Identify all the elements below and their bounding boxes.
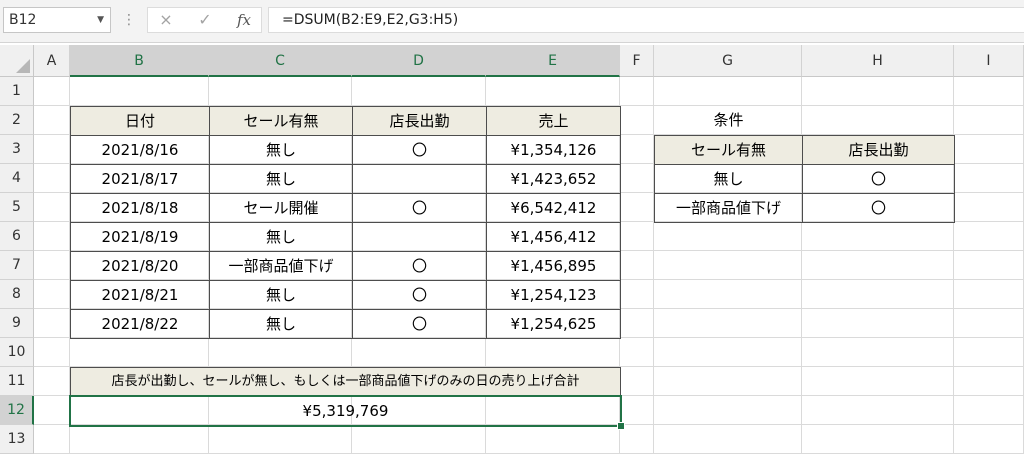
enter-icon[interactable]: ✓: [193, 8, 217, 32]
column-header-e[interactable]: E: [486, 45, 620, 77]
table-cell[interactable]: 2021/8/19: [70, 222, 210, 252]
table-cell[interactable]: 〇: [352, 135, 487, 165]
table-header-cell[interactable]: セール有無: [209, 106, 353, 136]
table-cell[interactable]: 無し: [209, 309, 353, 339]
table-cell[interactable]: 〇: [352, 193, 487, 223]
table-cell[interactable]: 無し: [209, 135, 353, 165]
table-cell[interactable]: 〇: [352, 280, 487, 310]
row-header-12[interactable]: 12: [0, 396, 34, 425]
table-cell[interactable]: セール開催: [209, 193, 353, 223]
table-cell[interactable]: [352, 222, 487, 252]
row-header-9[interactable]: 9: [0, 309, 34, 338]
column-header-g[interactable]: G: [654, 45, 802, 77]
table-cell[interactable]: 〇: [352, 251, 487, 281]
table-cell[interactable]: [352, 164, 487, 194]
column-header-i[interactable]: I: [954, 45, 1024, 77]
column-header-c[interactable]: C: [209, 45, 352, 77]
chevron-down-icon[interactable]: ▼: [97, 8, 104, 32]
row-header-4[interactable]: 4: [0, 164, 34, 193]
table-header-cell[interactable]: 日付: [70, 106, 210, 136]
criteria-title[interactable]: 条件: [654, 106, 803, 136]
row-header-3[interactable]: 3: [0, 135, 34, 164]
column-header-a[interactable]: A: [34, 45, 70, 77]
select-all-triangle-icon: [16, 59, 30, 73]
criteria-cell[interactable]: 無し: [654, 164, 803, 194]
table-cell[interactable]: 2021/8/17: [70, 164, 210, 194]
selection-outline: [69, 395, 622, 427]
column-header-h[interactable]: H: [802, 45, 954, 77]
row-header-7[interactable]: 7: [0, 251, 34, 280]
table-cell[interactable]: 2021/8/20: [70, 251, 210, 281]
formula-bar: B12 ▼ ⋮ × ✓ fx =DSUM(B2:E9,E2,G3:H5): [0, 0, 1024, 43]
formula-input[interactable]: =DSUM(B2:E9,E2,G3:H5): [268, 7, 1024, 33]
insert-function-icon[interactable]: fx: [232, 8, 256, 32]
table-cell[interactable]: 無し: [209, 280, 353, 310]
name-box[interactable]: B12 ▼: [3, 7, 111, 33]
criteria-cell[interactable]: 一部商品値下げ: [654, 193, 803, 223]
table-cell[interactable]: 一部商品値下げ: [209, 251, 353, 281]
row-header-6[interactable]: 6: [0, 222, 34, 251]
fill-handle[interactable]: [617, 422, 625, 430]
row-header-5[interactable]: 5: [0, 193, 34, 222]
name-box-value: B12: [9, 12, 37, 28]
cancel-icon[interactable]: ×: [154, 8, 178, 32]
criteria-header-cell[interactable]: セール有無: [654, 135, 803, 165]
criteria-cell[interactable]: 〇: [802, 193, 955, 223]
table-cell[interactable]: 2021/8/21: [70, 280, 210, 310]
table-cell[interactable]: ¥1,254,625: [486, 309, 621, 339]
table-cell[interactable]: ¥1,456,412: [486, 222, 621, 252]
row-header-1[interactable]: 1: [0, 77, 34, 106]
select-all-button[interactable]: [0, 45, 34, 77]
criteria-cell[interactable]: 〇: [802, 164, 955, 194]
row-header-8[interactable]: 8: [0, 280, 34, 309]
table-cell[interactable]: 2021/8/16: [70, 135, 210, 165]
column-header-b[interactable]: B: [70, 45, 209, 77]
table-cell[interactable]: 無し: [209, 222, 353, 252]
column-header-f[interactable]: F: [620, 45, 654, 77]
table-cell[interactable]: ¥1,423,652: [486, 164, 621, 194]
more-options-icon[interactable]: ⋮: [122, 11, 136, 29]
row-header-2[interactable]: 2: [0, 106, 34, 135]
table-cell[interactable]: ¥1,456,895: [486, 251, 621, 281]
table-header-cell[interactable]: 売上: [486, 106, 621, 136]
summary-label-cell[interactable]: 店長が出勤し、セールが無し、もしくは一部商品値下げのみの日の売り上げ合計: [70, 367, 621, 397]
column-header-d[interactable]: D: [352, 45, 486, 77]
table-cell[interactable]: 〇: [352, 309, 487, 339]
table-cell[interactable]: 無し: [209, 164, 353, 194]
formula-buttons: × ✓ fx: [147, 7, 262, 33]
table-header-cell[interactable]: 店長出勤: [352, 106, 487, 136]
table-cell[interactable]: ¥1,354,126: [486, 135, 621, 165]
row-header-10[interactable]: 10: [0, 338, 34, 367]
row-header-11[interactable]: 11: [0, 367, 34, 396]
criteria-header-cell[interactable]: 店長出勤: [802, 135, 955, 165]
table-cell[interactable]: 2021/8/22: [70, 309, 210, 339]
table-cell[interactable]: 2021/8/18: [70, 193, 210, 223]
table-cell[interactable]: ¥1,254,123: [486, 280, 621, 310]
table-cell[interactable]: ¥6,542,412: [486, 193, 621, 223]
row-header-13[interactable]: 13: [0, 425, 34, 454]
